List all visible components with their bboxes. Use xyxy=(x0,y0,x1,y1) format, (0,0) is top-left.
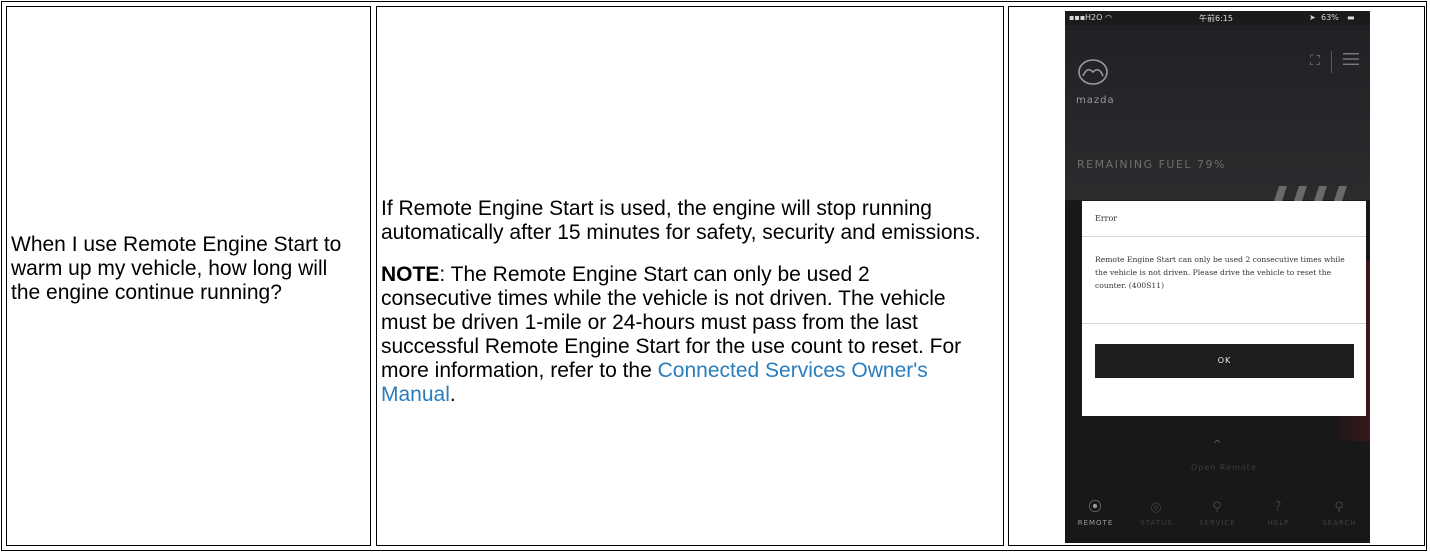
tab-help-label: HELP xyxy=(1267,519,1290,527)
chevron-up-icon[interactable]: ^ xyxy=(1213,439,1221,450)
dialog-title: Error xyxy=(1095,214,1118,223)
brand-wordmark: mazda xyxy=(1076,95,1115,106)
wifi-icon: ◠ xyxy=(1105,13,1112,22)
remote-icon: ⦿ xyxy=(1088,500,1103,515)
tab-service[interactable]: ⚲ SERVICE xyxy=(1187,497,1248,527)
answer-text: If Remote Engine Start is used, the engi… xyxy=(381,197,981,407)
bottom-tab-bar: ⦿ REMOTE ◎ STATUS ⚲ SERVICE ? HELP ⚲ SEA… xyxy=(1065,497,1370,543)
status-bar: ▪▪▪ H2O ◠ 午前6:15 ➤ 63% ▬ xyxy=(1065,11,1370,25)
tab-search-label: SEARCH xyxy=(1322,519,1357,527)
question-cell: When I use Remote Engine Start to warm u… xyxy=(6,6,371,546)
clock-label: 午前6:15 xyxy=(1199,14,1233,23)
search-icon: ⚲ xyxy=(1334,500,1345,515)
phone-screenshot: ▪▪▪ H2O ◠ 午前6:15 ➤ 63% ▬ mazda ⛶ REMAINI… xyxy=(1065,11,1370,543)
tab-search[interactable]: ⚲ SEARCH xyxy=(1309,497,1370,527)
battery-icon: ▬ xyxy=(1347,13,1355,22)
open-remote-label[interactable]: Open Remote xyxy=(1191,463,1257,472)
map-icon[interactable]: ⛶ xyxy=(1310,53,1320,69)
answer-paragraph: If Remote Engine Start is used, the engi… xyxy=(381,197,981,244)
dialog-divider xyxy=(1082,236,1366,237)
question-text: When I use Remote Engine Start to warm u… xyxy=(11,233,342,304)
header-divider xyxy=(1331,51,1332,73)
app-header-background xyxy=(1065,25,1370,200)
help-icon: ? xyxy=(1274,500,1283,515)
faq-table: When I use Remote Engine Start to warm u… xyxy=(1,1,1427,551)
service-icon: ⚲ xyxy=(1212,500,1223,515)
ok-button[interactable]: OK xyxy=(1095,344,1354,378)
tab-service-label: SERVICE xyxy=(1199,519,1236,527)
note-label: NOTE xyxy=(381,263,440,286)
tab-status[interactable]: ◎ STATUS xyxy=(1126,497,1187,527)
menu-icon[interactable] xyxy=(1343,53,1359,65)
tab-status-label: STATUS xyxy=(1140,519,1173,527)
note-end: . xyxy=(449,383,456,406)
error-dialog: Error Remote Engine Start can only be us… xyxy=(1082,201,1366,416)
dialog-message: Remote Engine Start can only be used 2 c… xyxy=(1095,255,1345,290)
signal-icon: ▪▪▪ xyxy=(1069,13,1086,22)
remaining-fuel-label: REMAINING FUEL 79% xyxy=(1077,158,1226,171)
dialog-divider xyxy=(1082,323,1366,324)
location-icon: ➤ xyxy=(1309,13,1316,22)
note-paragraph: NOTE: The Remote Engine Start can only b… xyxy=(381,263,981,407)
mazda-logo-icon xyxy=(1078,59,1108,85)
answer-cell: If Remote Engine Start is used, the engi… xyxy=(376,6,1004,546)
carrier-label: H2O xyxy=(1085,13,1103,22)
status-icon: ◎ xyxy=(1150,500,1163,515)
tab-help[interactable]: ? HELP xyxy=(1248,497,1309,527)
tab-remote[interactable]: ⦿ REMOTE xyxy=(1065,497,1126,527)
screenshot-cell: ▪▪▪ H2O ◠ 午前6:15 ➤ 63% ▬ mazda ⛶ REMAINI… xyxy=(1008,6,1425,546)
battery-label: 63% xyxy=(1321,13,1339,22)
tab-remote-label: REMOTE xyxy=(1077,519,1114,527)
